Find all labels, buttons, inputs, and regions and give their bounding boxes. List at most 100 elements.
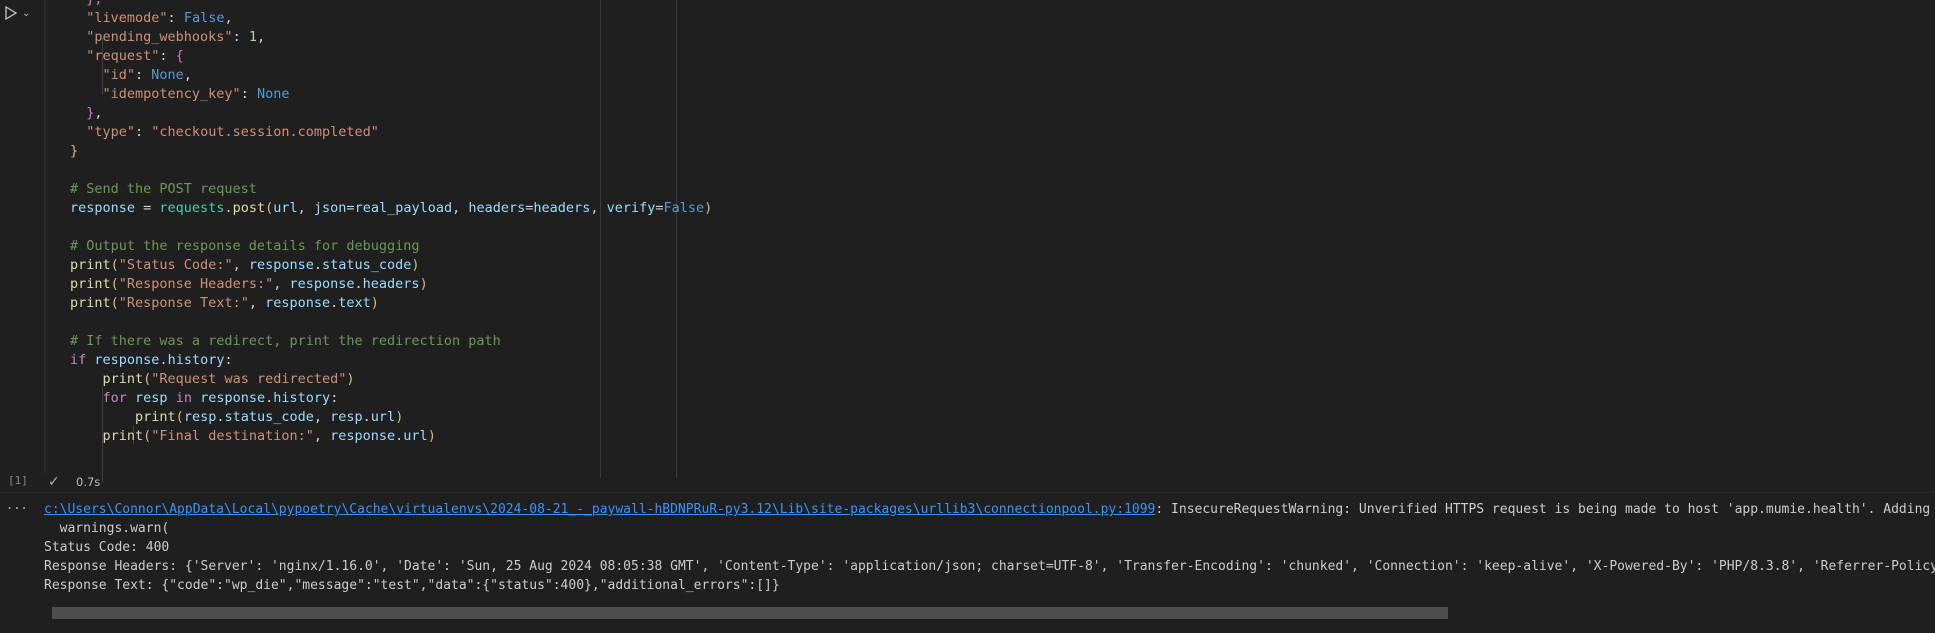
editor-ruler bbox=[600, 0, 601, 478]
editor-ruler bbox=[676, 0, 677, 478]
code-line: "request": { bbox=[70, 47, 184, 66]
execution-time: 0.7s bbox=[76, 475, 101, 489]
code-token: , bbox=[232, 257, 249, 273]
code-token: , bbox=[313, 428, 331, 444]
code-token: False bbox=[663, 200, 705, 216]
run-cell-icon[interactable] bbox=[4, 6, 18, 20]
code-token: response bbox=[248, 257, 314, 273]
code-token: # If there was a redirect, print the red… bbox=[70, 333, 501, 349]
code-token: url bbox=[273, 200, 298, 216]
warning-line: c:\Users\Connor\AppData\Local\pypoetry\C… bbox=[44, 500, 1935, 519]
code-token: # Send the POST request bbox=[70, 181, 257, 197]
code-line: "id": None, bbox=[70, 66, 192, 85]
code-token: , bbox=[297, 200, 314, 216]
code-token: "Request was redirected" bbox=[151, 371, 347, 387]
code-token: "id" bbox=[70, 67, 136, 83]
code-token: : bbox=[224, 352, 233, 368]
code-token: for bbox=[102, 390, 127, 406]
code-line: # Output the response details for debugg… bbox=[70, 237, 420, 256]
code-token: ) bbox=[427, 428, 436, 444]
code-line: "livemode": False, bbox=[70, 9, 233, 28]
code-token: ) bbox=[370, 295, 379, 311]
cell-focus-border bbox=[44, 0, 46, 473]
code-token: : bbox=[240, 86, 257, 102]
code-line: # If there was a redirect, print the red… bbox=[70, 332, 501, 351]
code-line: print("Request was redirected") bbox=[70, 370, 355, 389]
code-token: status_code bbox=[322, 257, 412, 273]
code-token: : bbox=[232, 29, 249, 45]
code-token: "Final destination:" bbox=[151, 428, 314, 444]
code-token: : bbox=[159, 48, 176, 64]
code-token: , bbox=[224, 10, 233, 26]
code-token: # Output the response details for debugg… bbox=[70, 238, 420, 254]
code-token: ) bbox=[704, 200, 713, 216]
code-token: . bbox=[354, 276, 363, 292]
code-token: "Response Text:" bbox=[118, 295, 249, 311]
code-token: json bbox=[313, 200, 347, 216]
code-token: : bbox=[167, 10, 184, 26]
code-token: None bbox=[151, 67, 184, 83]
code-line: print(resp.status_code, resp.url) bbox=[70, 408, 403, 427]
code-token: response bbox=[200, 390, 266, 406]
code-token: "pending_webhooks" bbox=[70, 29, 233, 45]
success-check-icon: ✓ bbox=[48, 474, 60, 490]
code-token: } bbox=[70, 105, 95, 121]
execution-count: [1] bbox=[8, 474, 28, 487]
code-token: ) bbox=[346, 371, 355, 387]
code-token: , bbox=[273, 276, 290, 292]
code-token: print bbox=[135, 409, 176, 425]
code-token: response bbox=[70, 200, 136, 216]
run-options-chevron-down-icon[interactable]: ⌄ bbox=[22, 8, 30, 19]
code-token: print bbox=[102, 371, 144, 387]
code-token: "livemode" bbox=[70, 10, 168, 26]
code-line: response = requests.post(url, json=real_… bbox=[70, 199, 712, 218]
code-token: if bbox=[70, 352, 87, 368]
code-token: = bbox=[346, 200, 355, 216]
code-token: , bbox=[313, 409, 331, 425]
output-line: Status Code: 400 bbox=[44, 540, 170, 555]
code-token: status_code bbox=[224, 409, 314, 425]
code-line: "pending_webhooks": 1, bbox=[70, 28, 265, 47]
code-token: . bbox=[224, 200, 233, 216]
code-line: "idempotency_key": None bbox=[70, 85, 290, 104]
code-token: resp bbox=[183, 409, 217, 425]
output-more-actions-icon[interactable]: ... bbox=[6, 498, 28, 512]
code-line: print("Response Headers:", response.head… bbox=[70, 275, 428, 294]
code-token: headers bbox=[533, 200, 591, 216]
cell-output: c:\Users\Connor\AppData\Local\pypoetry\C… bbox=[44, 500, 1935, 595]
output-divider bbox=[0, 492, 1935, 493]
code-token: "idempotency_key" bbox=[70, 86, 241, 102]
code-line: "type": "checkout.session.completed" bbox=[70, 123, 379, 142]
code-token: ( bbox=[175, 409, 184, 425]
code-token: headers bbox=[468, 200, 526, 216]
code-token: url bbox=[370, 409, 396, 425]
code-token: , bbox=[94, 105, 103, 121]
code-token: "type" bbox=[70, 124, 136, 140]
warning-file-link[interactable]: c:\Users\Connor\AppData\Local\pypoetry\C… bbox=[44, 502, 1155, 517]
code-token: history bbox=[167, 352, 225, 368]
code-token: False bbox=[183, 10, 225, 26]
code-token: "Status Code:" bbox=[118, 257, 233, 273]
code-line: } bbox=[70, 142, 78, 161]
code-token: = bbox=[655, 200, 664, 216]
code-token: = bbox=[135, 200, 160, 216]
code-token: , bbox=[452, 200, 469, 216]
code-token: ( bbox=[110, 295, 119, 311]
code-token: . bbox=[159, 352, 168, 368]
code-token: resp bbox=[135, 390, 168, 406]
code-token: print bbox=[70, 257, 111, 273]
code-line: print("Status Code:", response.status_co… bbox=[70, 256, 420, 275]
output-line: warnings.warn( bbox=[44, 521, 170, 536]
horizontal-scrollbar[interactable] bbox=[52, 607, 1448, 619]
code-token: response bbox=[330, 428, 396, 444]
code-token: history bbox=[273, 390, 331, 406]
code-token: in bbox=[175, 390, 192, 406]
code-token: print bbox=[70, 276, 111, 292]
code-token: 1 bbox=[248, 29, 257, 45]
code-editor[interactable]: }, "livemode": False, "pending_webhooks"… bbox=[50, 0, 1935, 482]
code-line: if response.history: bbox=[70, 351, 233, 370]
